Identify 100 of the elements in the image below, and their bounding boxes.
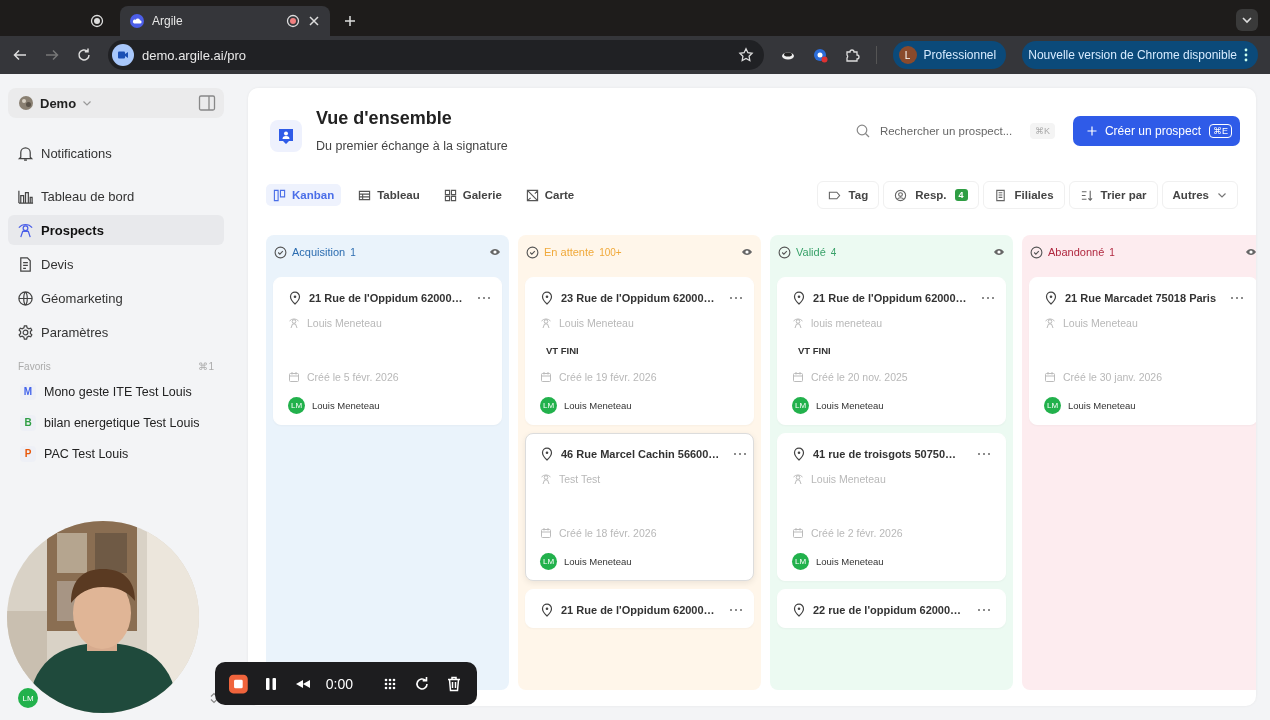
filter-button[interactable]: Resp. 4 — [883, 181, 979, 209]
globe-icon — [17, 289, 34, 307]
filter-button[interactable]: Tag — [816, 181, 880, 209]
responsible-name: Test Test — [559, 473, 601, 485]
browser-tab[interactable]: Argile — [120, 6, 330, 36]
sidebar-item[interactable]: Devis — [8, 249, 224, 279]
view-tab[interactable]: Carte — [518, 184, 582, 206]
document-icon — [17, 255, 34, 273]
filter-button[interactable]: Trier par — [1068, 181, 1158, 209]
location-pin-icon — [540, 291, 554, 305]
tab-title: Argile — [152, 14, 184, 28]
calendar-icon — [540, 371, 552, 383]
table-icon — [358, 188, 372, 202]
card-address: 46 Rue Marcel Cachin 56600… — [561, 448, 720, 460]
eye-icon[interactable] — [489, 246, 501, 258]
shortcut-hint: ⌘E — [1209, 123, 1232, 138]
owner-name: Louis Meneteau — [816, 556, 884, 567]
created-date: Créé le 5 févr. 2026 — [307, 371, 399, 383]
address-bar[interactable]: demo.argile.ai/pro — [108, 40, 764, 70]
check-circle-icon — [526, 245, 539, 259]
filter-label: Filiales — [1014, 189, 1054, 201]
column-count: 100+ — [599, 246, 622, 258]
view-tab[interactable]: Galerie — [436, 184, 509, 206]
trash-icon[interactable] — [445, 674, 463, 693]
forward-icon[interactable] — [44, 47, 60, 63]
person-icon — [288, 317, 300, 329]
search-icon — [855, 123, 870, 138]
profile-button[interactable]: L Professionnel — [892, 41, 1007, 69]
location-pin-icon — [540, 447, 554, 461]
update-button[interactable]: Nouvelle version de Chrome disponible — [1022, 41, 1258, 69]
sidebar-item[interactable]: Paramètres — [8, 317, 224, 347]
prospect-card[interactable]: 22 rue de l'oppidum 62000… — [777, 589, 1006, 628]
filter-button[interactable]: Filiales — [982, 181, 1065, 209]
filter-button[interactable]: Autres — [1161, 181, 1238, 209]
favorite-item[interactable]: P PAC Test Louis — [8, 438, 224, 469]
created-date: Créé le 2 févr. 2026 — [811, 527, 903, 539]
sidebar-item[interactable]: Notifications — [8, 138, 224, 168]
responsible-name: louis meneteau — [811, 317, 883, 329]
workspace-switcher[interactable]: Demo — [8, 88, 224, 118]
owner-avatar: LM — [792, 553, 809, 570]
prospect-card[interactable]: 21 Rue de l'Oppidum 62000… — [525, 589, 754, 628]
person-icon — [17, 221, 34, 239]
restart-icon[interactable] — [413, 674, 431, 693]
favorite-item[interactable]: M Mono geste ITE Test Louis — [8, 376, 224, 407]
column-count: 1 — [1109, 246, 1115, 258]
prospect-card[interactable]: 21 Rue Marcadet 75018 Paris Louis Meneteau Créé le 30 janv. 2026 LM Louis Meneteau — [1029, 277, 1256, 425]
view-tab[interactable]: Tableau — [351, 184, 427, 206]
owner-avatar: LM — [540, 397, 557, 414]
shortcut-hint: ⌘K — [1029, 122, 1055, 139]
check-circle-icon — [778, 245, 791, 259]
star-icon[interactable] — [737, 47, 754, 63]
sort-icon — [1079, 188, 1093, 202]
created-date: Créé le 18 févr. 2026 — [559, 527, 657, 539]
owner-name: Louis Meneteau — [564, 400, 632, 411]
back-icon[interactable] — [12, 47, 28, 63]
prospect-card[interactable]: 23 Rue de l'Oppidum 62000… Louis Meneteau VT FINI Créé le 19 févr. 2026 LM Louis Meneteau — [525, 277, 754, 425]
filter-label: Resp. — [915, 189, 947, 201]
puzzle-icon[interactable] — [843, 47, 860, 63]
chevron-down-icon — [1217, 190, 1227, 200]
prospect-card[interactable]: 41 rue de troisgots 50750… Louis Meneteau Créé le 2 févr. 2026 LM Louis Meneteau — [777, 433, 1006, 581]
shortcut-hint: ⌘1 — [198, 361, 214, 372]
check-circle-icon — [1030, 245, 1043, 259]
eye-icon[interactable] — [741, 246, 753, 258]
prospect-card[interactable]: 46 Rue Marcel Cachin 56600… Test Test Créé le 18 févr. 2026 LM Louis Meneteau — [525, 433, 754, 581]
person-icon — [540, 317, 552, 329]
sidebar-item[interactable]: Prospects — [8, 215, 224, 245]
chevron-down-icon[interactable] — [1236, 9, 1258, 31]
column-title: Validé — [796, 246, 826, 258]
sidebar-item[interactable]: Géomarketing — [8, 283, 224, 313]
calendar-icon — [792, 371, 804, 383]
sidebar-item[interactable]: Tableau de bord — [8, 181, 224, 211]
sidebar-toggle-icon[interactable] — [198, 94, 216, 112]
created-date: Créé le 19 févr. 2026 — [559, 371, 657, 383]
column-title: Abandonné — [1048, 246, 1105, 258]
close-icon[interactable] — [308, 15, 320, 27]
profile-avatar: L — [898, 46, 917, 64]
bell-icon — [17, 144, 34, 162]
card-tag: VT FINI — [546, 344, 579, 356]
filter-label: Tag — [848, 189, 869, 201]
eye-icon[interactable] — [1245, 246, 1256, 258]
responsible-name: Louis Meneteau — [559, 317, 634, 329]
reload-icon[interactable] — [76, 47, 92, 63]
card-address: 21 Rue de l'Oppidum 62000… — [561, 604, 715, 616]
created-date: Créé le 20 nov. 2025 — [811, 371, 908, 383]
calendar-icon — [288, 371, 300, 383]
person-icon — [1044, 317, 1056, 329]
column-count: 1 — [350, 246, 356, 258]
location-pin-icon — [540, 603, 554, 617]
new-tab-icon[interactable] — [344, 15, 356, 27]
calendar-icon — [540, 527, 552, 539]
columns-icon — [273, 188, 286, 202]
contact-card-icon — [270, 120, 302, 152]
prospect-card[interactable]: 21 Rue de l'Oppidum 62000… louis meneteau VT FINI Créé le 20 nov. 2025 LM Louis Meneteau — [777, 277, 1006, 425]
create-prospect-button[interactable]: Créer un prospect ⌘E — [1072, 115, 1240, 146]
eye-icon[interactable] — [993, 246, 1005, 258]
plus-icon — [1086, 125, 1097, 136]
card-address: 22 rue de l'oppidum 62000… — [813, 604, 962, 616]
view-tab[interactable]: Kanban — [266, 184, 342, 206]
prospect-card[interactable]: 21 Rue de l'Oppidum 62000… Louis Meneteau Créé le 5 févr. 2026 LM Louis Meneteau — [273, 277, 502, 425]
favorite-item[interactable]: B bilan energetique Test Louis — [8, 407, 224, 438]
